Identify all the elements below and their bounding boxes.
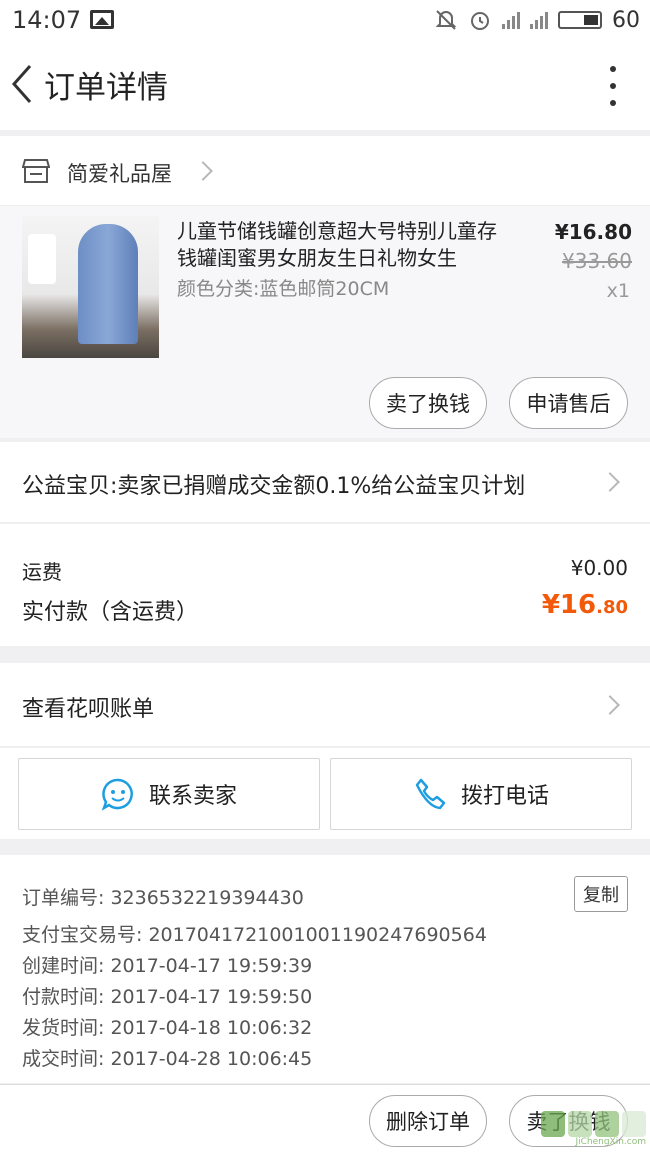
- product-image[interactable]: [22, 216, 159, 358]
- back-arrow-icon[interactable]: [8, 62, 38, 106]
- shipping-value: ¥0.00: [570, 556, 628, 580]
- charity-text: 公益宝贝:卖家已捐赠成交金额0.1%给公益宝贝计划: [22, 474, 526, 499]
- watermark-text: JiChengXin.com: [575, 1137, 646, 1147]
- delete-order-button[interactable]: 删除订单: [369, 1095, 487, 1147]
- chevron-right-icon: [600, 695, 620, 715]
- contact-seller-label: 联系卖家: [148, 784, 237, 809]
- order-number: 订单编号: 3236532219394430: [22, 887, 304, 909]
- apply-after-sale-button[interactable]: 申请售后: [509, 377, 628, 429]
- shop-name: 简爱礼品屋: [67, 162, 172, 186]
- huabei-label: 查看花呗账单: [22, 697, 155, 722]
- signal-1-icon: [502, 11, 520, 29]
- fee-summary: 运费 ¥0.00 实付款（含运费） ¥16.80: [0, 523, 650, 646]
- page-title: 订单详情: [44, 70, 168, 106]
- call-phone-button[interactable]: 拨打电话: [330, 758, 632, 830]
- product-sku: 颜色分类:蓝色邮筒20CM: [177, 278, 390, 300]
- signal-2-icon: [530, 11, 548, 29]
- app-bar: 订单详情: [0, 40, 650, 130]
- order-info: 订单编号: 3236532219394430 支付宝交易号: 201704172…: [0, 855, 650, 1083]
- paid-label: 实付款（含运费）: [22, 600, 199, 625]
- store-icon: [22, 159, 50, 183]
- alarm-icon: [471, 12, 489, 30]
- status-bar: 14:07 60: [0, 0, 650, 40]
- order-item: 儿童节储钱罐创意超大号特别儿童存钱罐闺蜜男女朋友生日礼物女生 颜色分类:蓝色邮筒…: [0, 206, 650, 438]
- watermark-logo: [541, 1111, 646, 1137]
- image-notification-icon: [90, 10, 114, 29]
- contact-row: 联系卖家 拨打电话: [0, 747, 650, 839]
- shop-row[interactable]: 简爱礼品屋: [0, 136, 650, 206]
- paid-integer: 16: [559, 590, 597, 620]
- status-time: 14:07: [12, 6, 82, 34]
- more-options-icon[interactable]: [606, 66, 620, 106]
- created-time: 创建时间: 2017-04-17 19:59:39: [22, 955, 313, 977]
- product-price: ¥16.80: [554, 220, 632, 244]
- sell-for-cash-button[interactable]: 卖了换钱: [369, 377, 487, 429]
- battery-icon: [558, 11, 602, 29]
- paid-amount: ¥16.80: [542, 590, 628, 620]
- completed-time: 成交时间: 2017-04-28 10:06:45: [22, 1048, 313, 1070]
- paid-time: 付款时间: 2017-04-17 19:59:50: [22, 986, 313, 1008]
- product-original-price: ¥33.60: [562, 249, 632, 273]
- site-watermark: JiChengXin.com: [541, 1111, 646, 1147]
- shipped-time: 发货时间: 2017-04-18 10:06:32: [22, 1017, 313, 1039]
- status-icons: 60: [434, 6, 640, 34]
- copy-order-number-button[interactable]: 复制: [574, 876, 628, 912]
- chevron-right-icon: [193, 161, 213, 181]
- product-name[interactable]: 儿童节储钱罐创意超大号特别儿童存钱罐闺蜜男女朋友生日礼物女生: [177, 218, 512, 272]
- shipping-label: 运费: [22, 560, 62, 584]
- charity-row[interactable]: 公益宝贝:卖家已捐赠成交金额0.1%给公益宝贝计划: [0, 442, 650, 522]
- contact-seller-button[interactable]: 联系卖家: [18, 758, 320, 830]
- huabei-bill-row[interactable]: 查看花呗账单: [0, 663, 650, 746]
- call-phone-label: 拨打电话: [460, 784, 549, 809]
- chevron-right-icon: [600, 472, 620, 492]
- product-quantity: x1: [606, 280, 630, 302]
- chat-bubble-icon: [101, 778, 133, 811]
- alipay-trade-number: 支付宝交易号: 2017041721001001190247690564: [22, 924, 487, 946]
- phone-icon: [415, 778, 446, 810]
- mute-icon: [435, 10, 457, 30]
- battery-level: 60: [612, 7, 640, 33]
- paid-currency: ¥: [541, 590, 560, 620]
- paid-decimal: .80: [596, 597, 628, 618]
